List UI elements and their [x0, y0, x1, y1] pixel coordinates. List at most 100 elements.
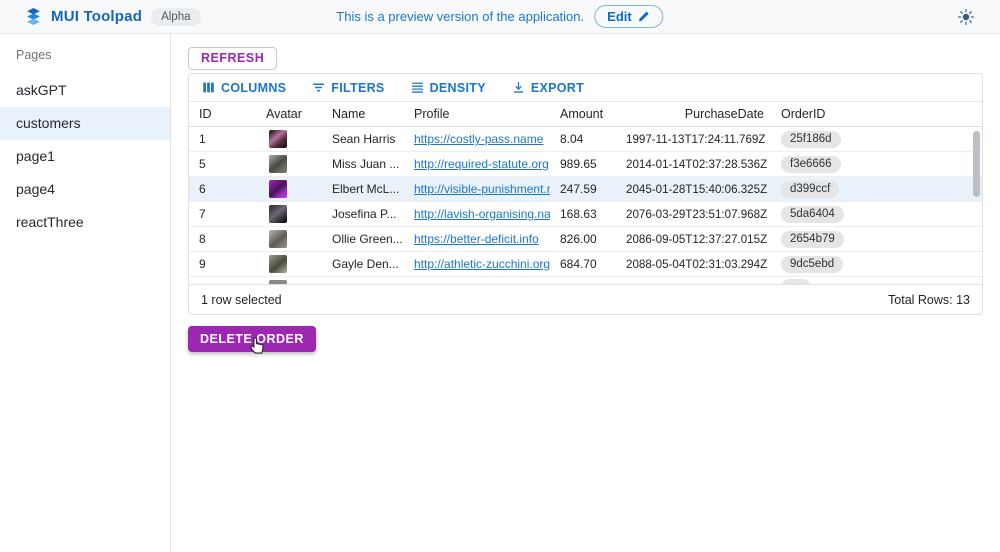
cell-name: Elbert McL... [322, 182, 404, 196]
cell-avatar [252, 205, 322, 223]
column-header-orderid[interactable]: OrderID [768, 107, 982, 121]
data-grid: COLUMNS FILTERS DE [188, 73, 983, 315]
grid-toolbar: COLUMNS FILTERS DE [189, 74, 982, 101]
table-row[interactable]: 9 Gayle Den... http://athletic-zucchini.… [189, 252, 982, 277]
cell-orderid: f3e6666 [768, 156, 982, 173]
order-id-chip: 5da6404 [781, 206, 844, 223]
table-row-partial[interactable] [189, 277, 982, 284]
table-row[interactable]: 5 Miss Juan ... http://required-statute.… [189, 152, 982, 177]
table-row[interactable]: 8 Ollie Green... https://better-deficit.… [189, 227, 982, 252]
cell-profile: http://visible-punishment.net [404, 182, 550, 196]
profile-link[interactable]: http://required-statute.org [414, 157, 549, 171]
cell-id: 9 [189, 257, 252, 271]
cell-id: 8 [189, 232, 252, 246]
cell-profile: https://costly-pass.name [404, 132, 550, 146]
density-icon [411, 81, 424, 94]
cell-purchasedate: 2045-01-28T15:40:06.325Z [626, 183, 768, 196]
order-id-chip: 2654b79 [781, 231, 844, 248]
sidebar-item-askgpt[interactable]: askGPT [0, 74, 170, 107]
column-header-name[interactable]: Name [322, 107, 404, 121]
export-button[interactable]: EXPORT [508, 79, 588, 97]
sidebar-section-label: Pages [0, 42, 170, 74]
avatar [269, 180, 287, 198]
vertical-scrollbar-thumb[interactable] [973, 131, 980, 197]
cell-name: Ollie Green... [322, 232, 404, 246]
cell-avatar [252, 280, 322, 284]
profile-link[interactable]: https://better-deficit.info [414, 232, 539, 246]
column-header-purchasedate[interactable]: PurchaseDate [626, 107, 768, 121]
columns-button-label: COLUMNS [221, 81, 286, 95]
sidebar: Pages askGPT customers page1 page4 react… [0, 34, 171, 552]
cell-amount: 684.70 [550, 257, 626, 271]
download-icon [512, 81, 525, 94]
sidebar-item-reactthree[interactable]: reactThree [0, 206, 170, 239]
cell-purchasedate: 2088-05-04T02:31:03.294Z [626, 258, 768, 271]
cell-avatar [252, 180, 322, 198]
cell-orderid: 25f186d [768, 131, 982, 148]
delete-order-button[interactable]: DELETE ORDER [188, 326, 316, 352]
order-id-chip: 25f186d [781, 131, 841, 148]
column-header-amount[interactable]: Amount [550, 107, 626, 121]
avatar [269, 155, 287, 173]
sidebar-item-page4[interactable]: page4 [0, 173, 170, 206]
filters-button[interactable]: FILTERS [308, 79, 388, 97]
sun-icon [958, 9, 974, 25]
app-branding: MUI Toolpad Alpha [0, 8, 201, 26]
profile-link[interactable]: http://athletic-zucchini.org [414, 257, 550, 271]
cell-profile: http://required-statute.org [404, 157, 550, 171]
cell-id: 5 [189, 157, 252, 171]
profile-link[interactable]: https://costly-pass.name [414, 132, 543, 146]
cell-avatar [252, 230, 322, 248]
avatar [269, 255, 287, 273]
cell-amount: 8.04 [550, 132, 626, 146]
cell-orderid: 9dc5ebd [768, 256, 982, 273]
cell-name: Sean Harris [322, 132, 404, 146]
cell-profile: https://better-deficit.info [404, 232, 550, 246]
table-row[interactable]: 1 Sean Harris https://costly-pass.name 8… [189, 127, 982, 152]
order-id-chip: 9dc5ebd [781, 256, 843, 273]
edit-button[interactable]: Edit [594, 5, 664, 28]
refresh-button[interactable]: REFRESH [188, 47, 277, 70]
cell-name: Miss Juan ... [322, 157, 404, 171]
cell-amount: 247.59 [550, 182, 626, 196]
pencil-icon [638, 10, 651, 23]
filter-icon [312, 81, 325, 94]
main-content: REFRESH COLUMNS [171, 34, 1000, 552]
sidebar-item-page1[interactable]: page1 [0, 140, 170, 173]
column-header-avatar[interactable]: Avatar [252, 107, 322, 121]
app-title: MUI Toolpad [51, 8, 142, 25]
profile-link[interactable]: http://lavish-organising.name [414, 207, 550, 221]
filters-button-label: FILTERS [331, 81, 384, 95]
profile-link[interactable]: http://visible-punishment.net [414, 182, 550, 196]
cell-amount: 168.63 [550, 207, 626, 221]
cell-avatar [252, 255, 322, 273]
cell-id: 1 [189, 132, 252, 146]
column-header-profile[interactable]: Profile [404, 107, 550, 121]
cell-orderid: 5da6404 [768, 206, 982, 223]
avatar [269, 205, 287, 223]
density-button[interactable]: DENSITY [407, 79, 490, 97]
table-row[interactable]: 7 Josefina P... http://lavish-organising… [189, 202, 982, 227]
table-row-selected[interactable]: 6 Elbert McL... http://visible-punishmen… [189, 177, 982, 202]
cell-purchasedate: 2086-09-05T12:37:27.015Z [626, 233, 768, 246]
theme-toggle-button[interactable] [958, 9, 974, 25]
cell-name: Josefina P... [322, 207, 404, 221]
cell-purchasedate: 2014-01-14T02:37:28.536Z [626, 158, 768, 171]
grid-header-row: ID Avatar Name Profile Amount PurchaseDa… [189, 101, 982, 127]
alpha-badge: Alpha [151, 8, 200, 26]
view-columns-icon [202, 81, 215, 94]
sidebar-item-customers[interactable]: customers [0, 107, 170, 140]
column-header-id[interactable]: ID [189, 107, 252, 121]
grid-rows-viewport: 1 Sean Harris https://costly-pass.name 8… [189, 127, 982, 284]
order-id-chip: f3e6666 [781, 156, 841, 173]
columns-button[interactable]: COLUMNS [198, 79, 290, 97]
cell-avatar [252, 130, 322, 148]
preview-banner: This is a preview version of the applica… [336, 5, 663, 28]
cell-id: 7 [189, 207, 252, 221]
cell-orderid [768, 279, 982, 284]
avatar [269, 230, 287, 248]
cell-profile: http://lavish-organising.name [404, 207, 550, 221]
preview-banner-text: This is a preview version of the applica… [336, 9, 584, 24]
cell-purchasedate: 1997-11-13T17:24:11.769Z [626, 133, 768, 146]
cell-amount: 989.65 [550, 157, 626, 171]
